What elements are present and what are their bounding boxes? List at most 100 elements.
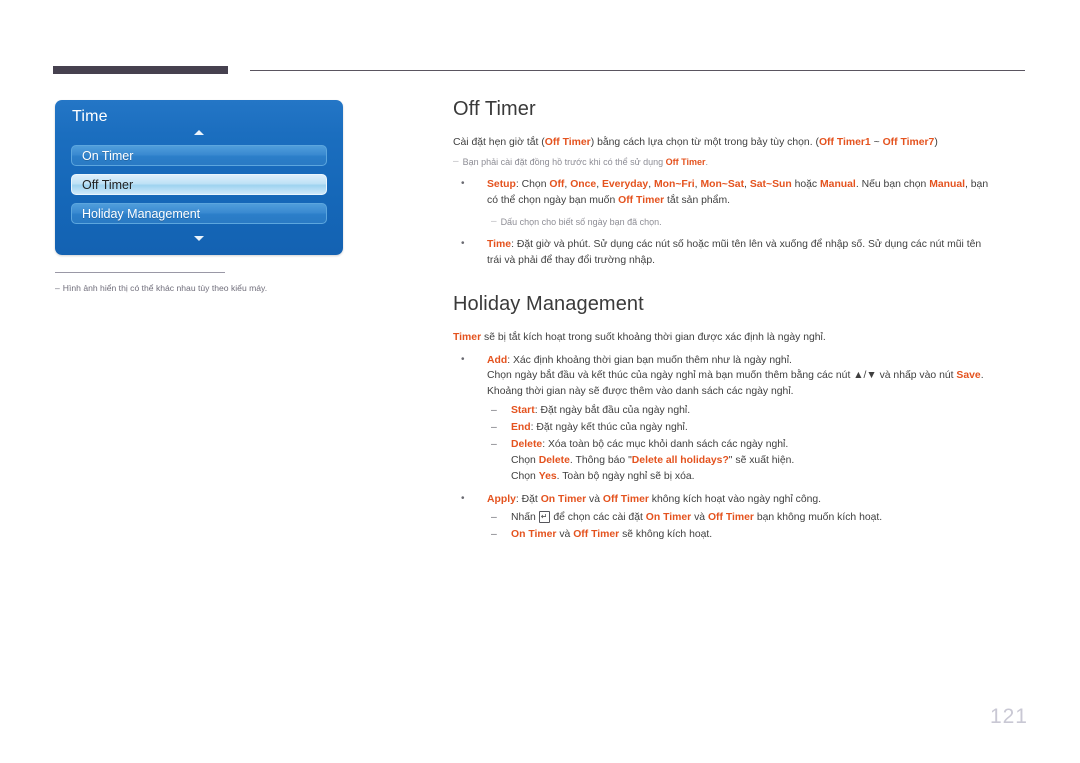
keyword-apply: Apply [487, 494, 516, 506]
keyword-timer: Timer [453, 331, 482, 343]
keyword-off: Off [549, 179, 565, 191]
osd-menu-title: Time [72, 108, 108, 125]
bullet-time: Time: Đặt giờ và phút. Sử dụng các nút s… [453, 236, 1028, 269]
subbullet-start: Start: Đặt ngày bắt đầu của ngày nghỉ. [487, 403, 1028, 419]
osd-menu-list: On Timer Off Timer Holiday Management [71, 145, 327, 232]
time-continuation-line: trái và phải để thay đổi trường nhập. [487, 254, 656, 266]
note-body: Bạn phải cài đặt đồng hồ trước khi có th… [463, 156, 708, 169]
keyword-delete-option: Delete [538, 454, 570, 466]
keyword-off-timer: Off Timer [602, 494, 649, 506]
inactive-text-1: và [556, 528, 574, 540]
setup-line2-text-2: tắt sản phẩm. [664, 194, 730, 206]
footnote-divider [55, 272, 225, 273]
lead-text-1: Cài đặt hẹn giờ tắt ( [453, 137, 545, 148]
press-text-2: để chọn các cài đặt [550, 511, 646, 523]
add-text-1: : Xác định khoảng thời gian bạn muốn thê… [507, 354, 792, 366]
osd-item-holiday-management[interactable]: Holiday Management [71, 203, 327, 224]
osd-item-off-timer[interactable]: Off Timer [71, 174, 327, 195]
osd-menu-panel: Time On Timer Off Timer Holiday Manageme… [55, 100, 343, 255]
apply-text-3: không kích hoạt vào ngày nghỉ công. [648, 494, 822, 506]
keyword-once: Once [570, 179, 597, 191]
subbullet-delete: Delete: Xóa toàn bộ các mục khỏi danh sá… [487, 437, 1028, 485]
keyword-on-timer: On Timer [511, 528, 557, 540]
holiday-lead-text: sẽ bị tắt kích hoạt trong suốt khoảng th… [481, 331, 826, 343]
osd-item-label: Holiday Management [82, 206, 201, 221]
apply-subbullet-list: Nhấn ↵ để chọn các cài đặt On Timer và O… [487, 510, 1028, 543]
off-timer-note-2: – Dấu chọn cho biết số ngày bạn đã chọn. [491, 216, 1028, 229]
subbullet-press-enter: Nhấn ↵ để chọn các cài đặt On Timer và O… [487, 510, 1028, 526]
osd-item-on-timer[interactable]: On Timer [71, 145, 327, 166]
osd-item-label: On Timer [82, 148, 134, 163]
keyword-add: Add [487, 354, 508, 366]
add-continuation-line-2: Khoảng thời gian này sẽ được thêm vào da… [487, 386, 794, 398]
delete-continuation-line-1: Chọn Delete. Thông báo "Delete all holid… [511, 453, 1028, 469]
lead-text-2: ) bằng cách lựa chọn từ một trong bảy tù… [590, 137, 819, 148]
lead-text-4: ) [934, 137, 938, 148]
setup-text-2: hoặc [791, 179, 821, 191]
enter-key-icon: ↵ [538, 510, 551, 523]
header-tab-bar [53, 66, 228, 74]
header-thin-line [250, 70, 1025, 71]
keyword-manual-2: Manual [929, 179, 965, 191]
keyword-yes: Yes [538, 471, 557, 483]
setup-text-3: . Nếu bạn chọn [855, 179, 930, 191]
keyword-end: End [511, 421, 531, 433]
osd-footnote: – Hình ảnh hiển thị có thể khác nhau tùy … [55, 272, 355, 294]
delete-line3-text-1: Chọn [511, 471, 539, 483]
start-text: : Đặt ngày bắt đầu của ngày nghỉ. [534, 404, 691, 416]
holiday-lead-paragraph: Timer sẽ bị tắt kích hoạt trong suốt kho… [453, 330, 1028, 345]
triangle-up-icon [194, 130, 204, 135]
apply-text-1: : Đặt [515, 494, 541, 506]
note-body: Dấu chọn cho biết số ngày bạn đã chọn. [500, 216, 662, 227]
delete-line2-text-1: Chọn [511, 454, 539, 466]
delete-line2-text-2: . Thông báo " [569, 454, 632, 466]
keyword-off-timer1: Off Timer1 [818, 137, 871, 148]
note-text-1: Bạn phải cài đặt đồng hồ trước khi có th… [462, 157, 666, 168]
manual-page: Time On Timer Off Timer Holiday Manageme… [0, 0, 1080, 763]
keyword-off-timer: Off Timer [544, 137, 591, 148]
keyword-off-timer: Off Timer [573, 528, 620, 540]
keyword-start: Start [511, 404, 535, 416]
keyword-on-timer: On Timer [540, 494, 587, 506]
bullet-setup: Setup: Chọn Off, Once, Everyday, Mon~Fri… [453, 176, 1028, 209]
delete-line2-text-3: " sẽ xuất hiện. [728, 454, 795, 466]
keyword-everyday: Everyday [601, 179, 649, 191]
page-title-off-timer: Off Timer [453, 98, 536, 120]
bullet-apply: Apply: Đặt On Timer và Off Timer không k… [453, 491, 1028, 543]
setup-continuation-line: có thể chọn ngày bạn muốn Off Timer tắt … [487, 193, 1028, 209]
keyword-off-timer: Off Timer [707, 511, 754, 523]
off-timer-bullet-list: Setup: Chọn Off, Once, Everyday, Mon~Fri… [453, 176, 1028, 209]
subbullet-timers-inactive: On Timer và Off Timer sẽ không kích hoạt… [487, 527, 1028, 543]
setup-text-4: , bạn [964, 179, 989, 191]
delete-text: : Xóa toàn bộ các mục khỏi danh sách các… [542, 438, 789, 450]
add-line2-text-2: . [980, 370, 984, 382]
note-dash: – [491, 215, 497, 227]
time-text-1: : Đặt giờ và phút. Sử dụng các nút số ho… [511, 238, 982, 250]
keyword-delete: Delete [511, 438, 543, 450]
keyword-off-timer: Off Timer [618, 194, 665, 206]
keyword-off-timer: Off Timer [665, 157, 706, 168]
keyword-off-timer7: Off Timer7 [882, 137, 935, 148]
keyword-delete-all-holidays-dialog: Delete all holidays? [631, 454, 729, 466]
triangle-down-icon [194, 236, 204, 241]
press-text-4: bạn không muốn kích hoạt. [753, 511, 883, 523]
off-timer-note-1: – Bạn phải cài đặt đồng hồ trước khi có … [453, 156, 1028, 169]
holiday-bullet-list: Add: Xác định khoảng thời gian bạn muốn … [453, 352, 1028, 543]
add-continuation-line-1: Chọn ngày bắt đầu và kết thúc của ngày n… [487, 368, 1028, 384]
note-dash: – [453, 156, 459, 168]
delete-continuation-line-2: Chọn Yes. Toàn bộ ngày nghỉ sẽ bị xóa. [511, 469, 1028, 485]
subbullet-end: End: Đặt ngày kết thúc của ngày nghỉ. [487, 420, 1028, 436]
lead-text-3: ~ [870, 137, 883, 148]
footnote-body: Hình ảnh hiển thị có thể khác nhau tùy t… [62, 283, 268, 293]
page-title-holiday-management: Holiday Management [453, 292, 644, 315]
off-timer-bullet-list-2: Time: Đặt giờ và phút. Sử dụng các nút s… [453, 236, 1028, 269]
keyword-mon-sat: Mon~Sat [700, 179, 745, 191]
bullet-add: Add: Xác định khoảng thời gian bạn muốn … [453, 352, 1028, 486]
header-rule [53, 66, 1025, 75]
keyword-manual: Manual [820, 179, 856, 191]
end-text: : Đặt ngày kết thúc của ngày nghỉ. [530, 421, 688, 433]
press-text-1: Nhấn [511, 511, 539, 523]
page-number: 121 [989, 705, 1028, 728]
add-subbullet-list: Start: Đặt ngày bắt đầu của ngày nghỉ. E… [487, 403, 1028, 486]
keyword-sat-sun: Sat~Sun [749, 179, 792, 191]
